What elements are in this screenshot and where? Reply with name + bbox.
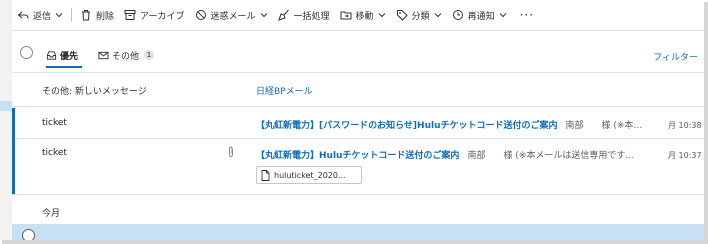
tab-focused-label: 優先 [60,51,79,62]
tab-other[interactable]: その他 1 [98,44,155,66]
tabs-divider [12,72,704,73]
move-button[interactable]: 移動 [335,0,391,30]
message-time: 月 10:37 [668,151,702,160]
toolbar-divider-line [12,30,704,31]
archive-label: アーカイブ [140,11,185,22]
message-preview: 南部 様 (※本… [565,121,643,131]
broom-icon [277,9,289,21]
reply-icon [17,11,29,19]
tab-focused[interactable]: 優先 [46,44,78,66]
window-shadow-right [704,2,708,244]
command-toolbar: 返信 削除 アーカイブ 迷惑メール 一括処理 移動 分類 再通知 ··· [12,0,704,30]
message-sender: ticket [42,118,67,128]
message-preview: 南部 様 (※本メールは送信専用です… [467,151,635,161]
tab-other-label: その他 [112,51,140,62]
sweep-button[interactable]: 一括処理 [273,0,335,30]
tab-selected-indicator [46,66,82,68]
mail-icon [98,51,109,59]
sweep-label: 一括処理 [293,11,330,22]
window-shadow-bottom [2,240,708,244]
folder-move-icon [340,11,352,20]
unread-indicator [12,108,15,138]
message-row[interactable]: ticket 【丸紅新電力】[パスワードのお知らせ]Huluチケットコード送付の… [12,108,704,138]
chevron-down-icon[interactable] [55,11,63,19]
message-checkbox[interactable] [22,229,35,240]
delete-button[interactable]: 削除 [75,0,119,30]
delete-label: 削除 [96,11,115,22]
archive-icon [124,10,136,20]
left-rail-selection [0,101,12,111]
snooze-label: 再通知 [467,11,495,22]
reply-label: 返信 [33,11,52,22]
other-new-messages-notice[interactable]: その他: 新しいメッセージ [42,84,147,97]
toolbar-divider [71,8,73,22]
filter-button[interactable]: フィルター [653,50,698,63]
inbox-tabs: 優先 その他 1 フィルター [12,36,704,72]
message-subject-text: 【丸紅新電力】Huluチケットコード送付のご案内 [256,151,460,161]
attachment-chip[interactable]: huluticket_2020... [256,166,362,184]
message-subject: 【丸紅新電力】[パスワードのお知らせ]Huluチケットコード送付のご案内 南部 様… [256,118,642,131]
other-sender-link[interactable]: 日経BPメール [256,84,313,97]
unread-count-badge: 1 [144,50,155,60]
unread-indicator [12,138,15,194]
message-subject: 【丸紅新電力】Huluチケットコード送付のご案内 南部 様 (※本メールは送信専用… [256,148,634,161]
chevron-down-icon[interactable] [499,11,507,19]
snooze-button[interactable]: 再通知 [447,0,512,30]
tag-icon [396,10,408,21]
categorize-button[interactable]: 分類 [391,0,447,30]
message-time: 月 10:38 [668,121,702,130]
chevron-down-icon[interactable] [378,11,386,19]
reply-button[interactable]: 返信 [12,0,68,30]
attachment-name: huluticket_2020... [274,170,346,180]
junk-label: 迷惑メール [210,11,256,22]
paperclip-icon [229,146,233,158]
chevron-down-icon[interactable] [434,11,442,19]
mail-window: 返信 削除 アーカイブ 迷惑メール 一括処理 移動 分類 再通知 ··· 優先 … [0,0,704,240]
categorize-label: 分類 [411,11,430,22]
archive-button[interactable]: アーカイブ [119,0,189,30]
trash-icon [82,10,91,21]
message-subject-text: 【丸紅新電力】[パスワードのお知らせ]Huluチケットコード送付のご案内 [256,121,558,131]
junk-button[interactable]: 迷惑メール [190,0,273,30]
message-row[interactable]: ticket 【丸紅新電力】Huluチケットコード送付のご案内 南部 様 (※本メ… [12,138,704,194]
select-all-checkbox[interactable] [20,46,33,59]
clock-icon [452,10,463,20]
left-rail [0,0,12,240]
selected-message-row[interactable] [12,224,704,240]
inbox-focused-icon [46,50,57,60]
more-actions-button[interactable]: ··· [512,0,539,30]
document-icon [261,169,270,181]
section-header-this-month: 今月 [42,209,61,219]
row-divider [12,194,704,195]
notice-divider [12,106,704,107]
message-sender: ticket [42,148,67,158]
block-icon [195,10,206,20]
move-label: 移動 [355,11,374,22]
chevron-down-icon[interactable] [260,11,268,19]
